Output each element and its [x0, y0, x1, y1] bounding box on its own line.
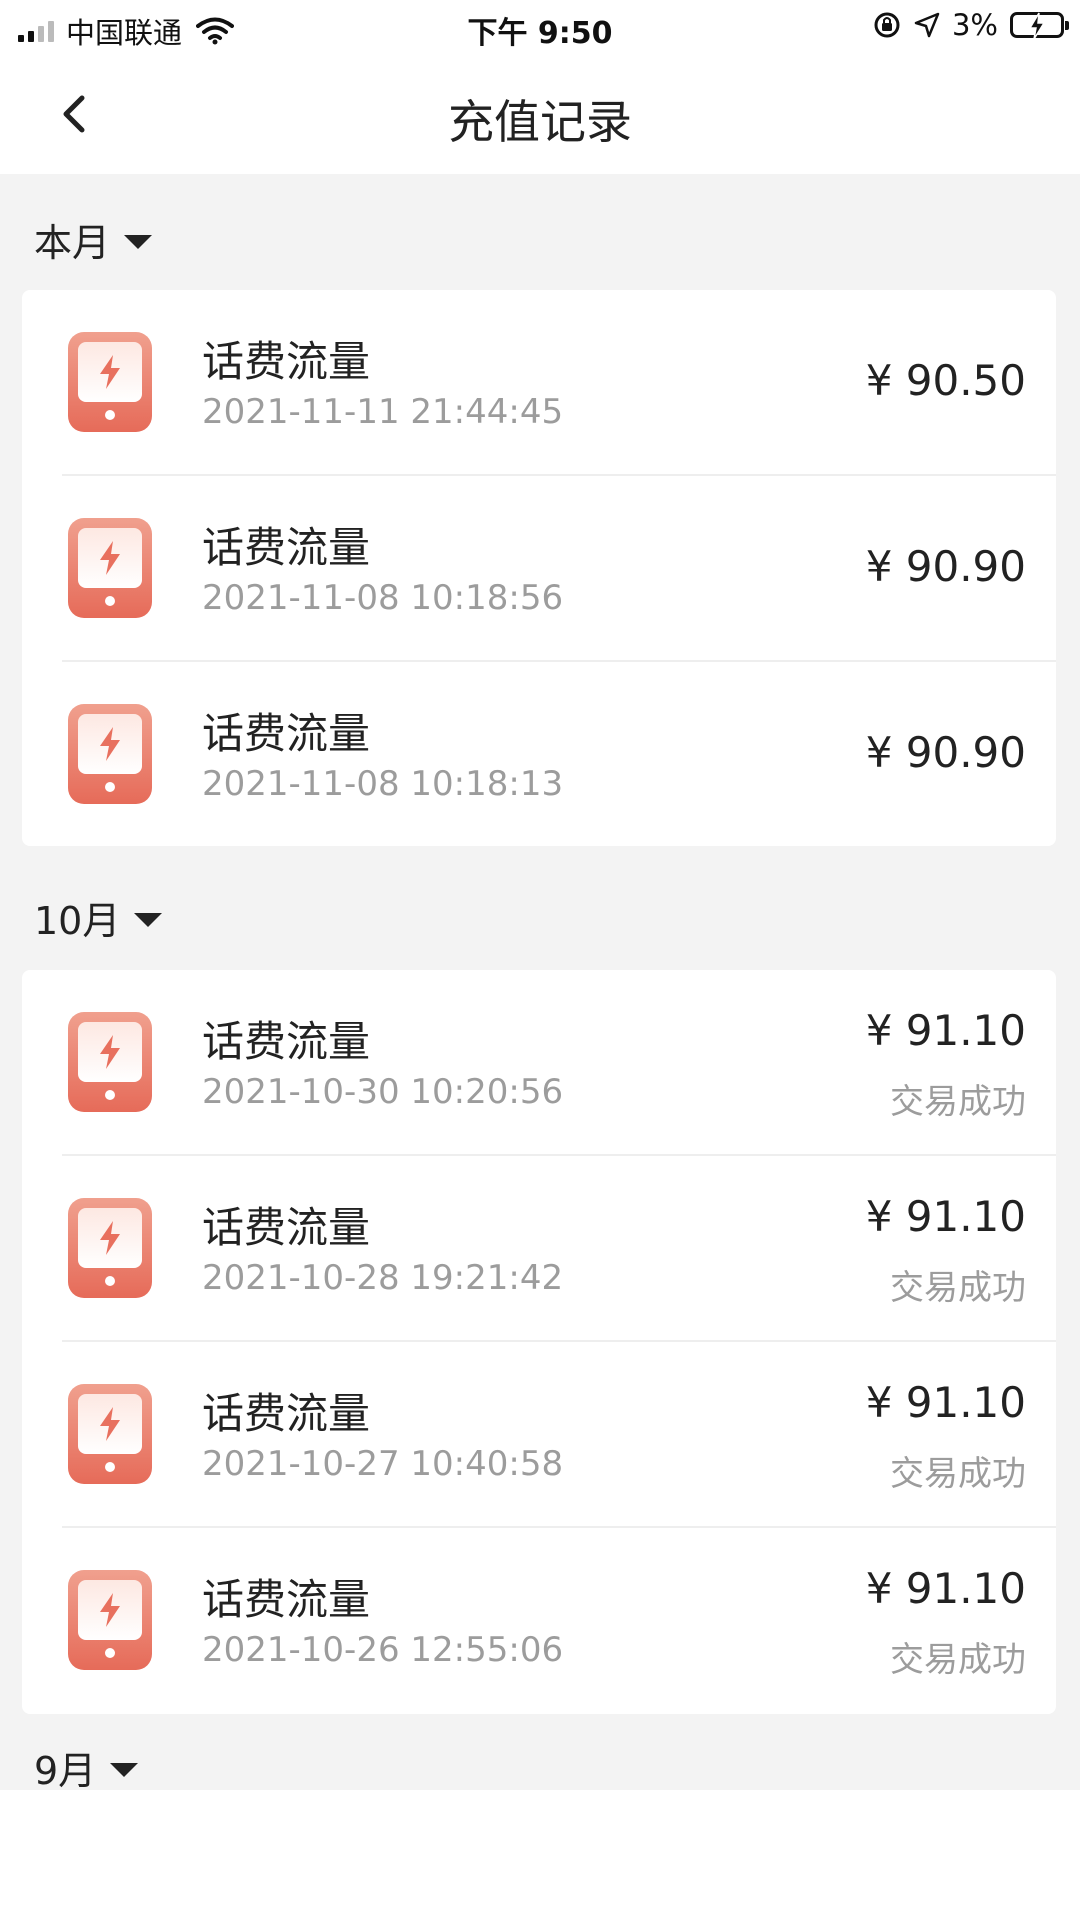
record-status: 交易成功 [890, 1268, 1026, 1308]
record-amount: ¥ 90.90 [865, 542, 1026, 591]
month-header-current[interactable]: 本月 [34, 212, 153, 267]
battery-percent: 3% [951, 8, 998, 42]
record-amount: ¥ 91.10 [865, 1192, 1026, 1241]
record-time: 2021-11-08 10:18:56 [202, 578, 564, 618]
record-amount: ¥ 91.10 [865, 1378, 1026, 1427]
record-title: 话费流量 [202, 1017, 371, 1066]
record-status: 交易成功 [890, 1640, 1026, 1680]
phone-bolt-icon [68, 1570, 152, 1670]
record-time: 2021-10-27 10:40:58 [202, 1444, 564, 1484]
phone-bolt-icon [68, 332, 152, 432]
record-status: 交易成功 [890, 1454, 1026, 1494]
month-card-october: 话费流量 2021-10-30 10:20:56 ¥ 91.10 交易成功 话费… [22, 970, 1056, 1714]
charging-bolt-icon [1028, 12, 1046, 40]
record-item[interactable]: 话费流量 2021-11-08 10:18:56 ¥ 90.90 [22, 476, 1056, 662]
record-amount: ¥ 90.50 [865, 356, 1026, 405]
record-title: 话费流量 [202, 523, 371, 572]
page-title: 充值记录 [448, 95, 632, 149]
record-time: 2021-10-28 19:21:42 [202, 1258, 564, 1298]
battery-icon [1010, 12, 1069, 40]
record-title: 话费流量 [202, 709, 371, 758]
caret-down-icon [134, 912, 163, 927]
record-title: 话费流量 [202, 337, 371, 386]
location-arrow-icon [914, 12, 940, 38]
record-item[interactable]: 话费流量 2021-11-08 10:18:13 ¥ 90.90 [22, 662, 1056, 848]
record-item[interactable]: 话费流量 2021-10-26 12:55:06 ¥ 91.10 交易成功 [22, 1528, 1056, 1714]
record-amount: ¥ 91.10 [865, 1564, 1026, 1613]
month-header-september[interactable]: 9月 [34, 1740, 139, 1795]
caret-down-icon [110, 1762, 139, 1777]
record-title: 话费流量 [202, 1203, 371, 1252]
status-bar: 中国联通 下午 9:50 3% [0, 0, 1080, 56]
month-header-october[interactable]: 10月 [34, 890, 163, 945]
phone-bolt-icon [68, 518, 152, 618]
orientation-lock-icon [874, 12, 900, 38]
record-time: 2021-10-26 12:55:06 [202, 1630, 564, 1670]
records-list[interactable]: 本月 话费流量 2021-11-11 21:44:45 ¥ 90.50 话费流量… [0, 174, 1080, 1793]
record-time: 2021-11-08 10:18:13 [202, 764, 564, 804]
bottom-blank-area [0, 1790, 1080, 1920]
month-card-current: 话费流量 2021-11-11 21:44:45 ¥ 90.50 话费流量 20… [22, 290, 1056, 846]
month-label: 本月 [34, 221, 111, 265]
month-label: 9月 [34, 1749, 97, 1793]
record-time: 2021-10-30 10:20:56 [202, 1072, 564, 1112]
record-item[interactable]: 话费流量 2021-10-27 10:40:58 ¥ 91.10 交易成功 [22, 1342, 1056, 1528]
record-title: 话费流量 [202, 1389, 371, 1438]
caret-down-icon [124, 234, 153, 249]
record-amount: ¥ 90.90 [865, 728, 1026, 777]
phone-bolt-icon [68, 1384, 152, 1484]
status-right: 3% [872, 8, 1069, 42]
record-item[interactable]: 话费流量 2021-10-28 19:21:42 ¥ 91.10 交易成功 [22, 1156, 1056, 1342]
record-title: 话费流量 [202, 1575, 371, 1624]
month-label: 10月 [34, 899, 121, 943]
phone-bolt-icon [68, 1198, 152, 1298]
record-item[interactable]: 话费流量 2021-10-30 10:20:56 ¥ 91.10 交易成功 [22, 970, 1056, 1156]
record-amount: ¥ 91.10 [865, 1006, 1026, 1055]
nav-bar: 充值记录 [0, 56, 1080, 174]
record-time: 2021-11-11 21:44:45 [202, 392, 564, 432]
phone-bolt-icon [68, 704, 152, 804]
record-status: 交易成功 [890, 1082, 1026, 1122]
record-item[interactable]: 话费流量 2021-11-11 21:44:45 ¥ 90.50 [22, 290, 1056, 476]
phone-bolt-icon [68, 1012, 152, 1112]
